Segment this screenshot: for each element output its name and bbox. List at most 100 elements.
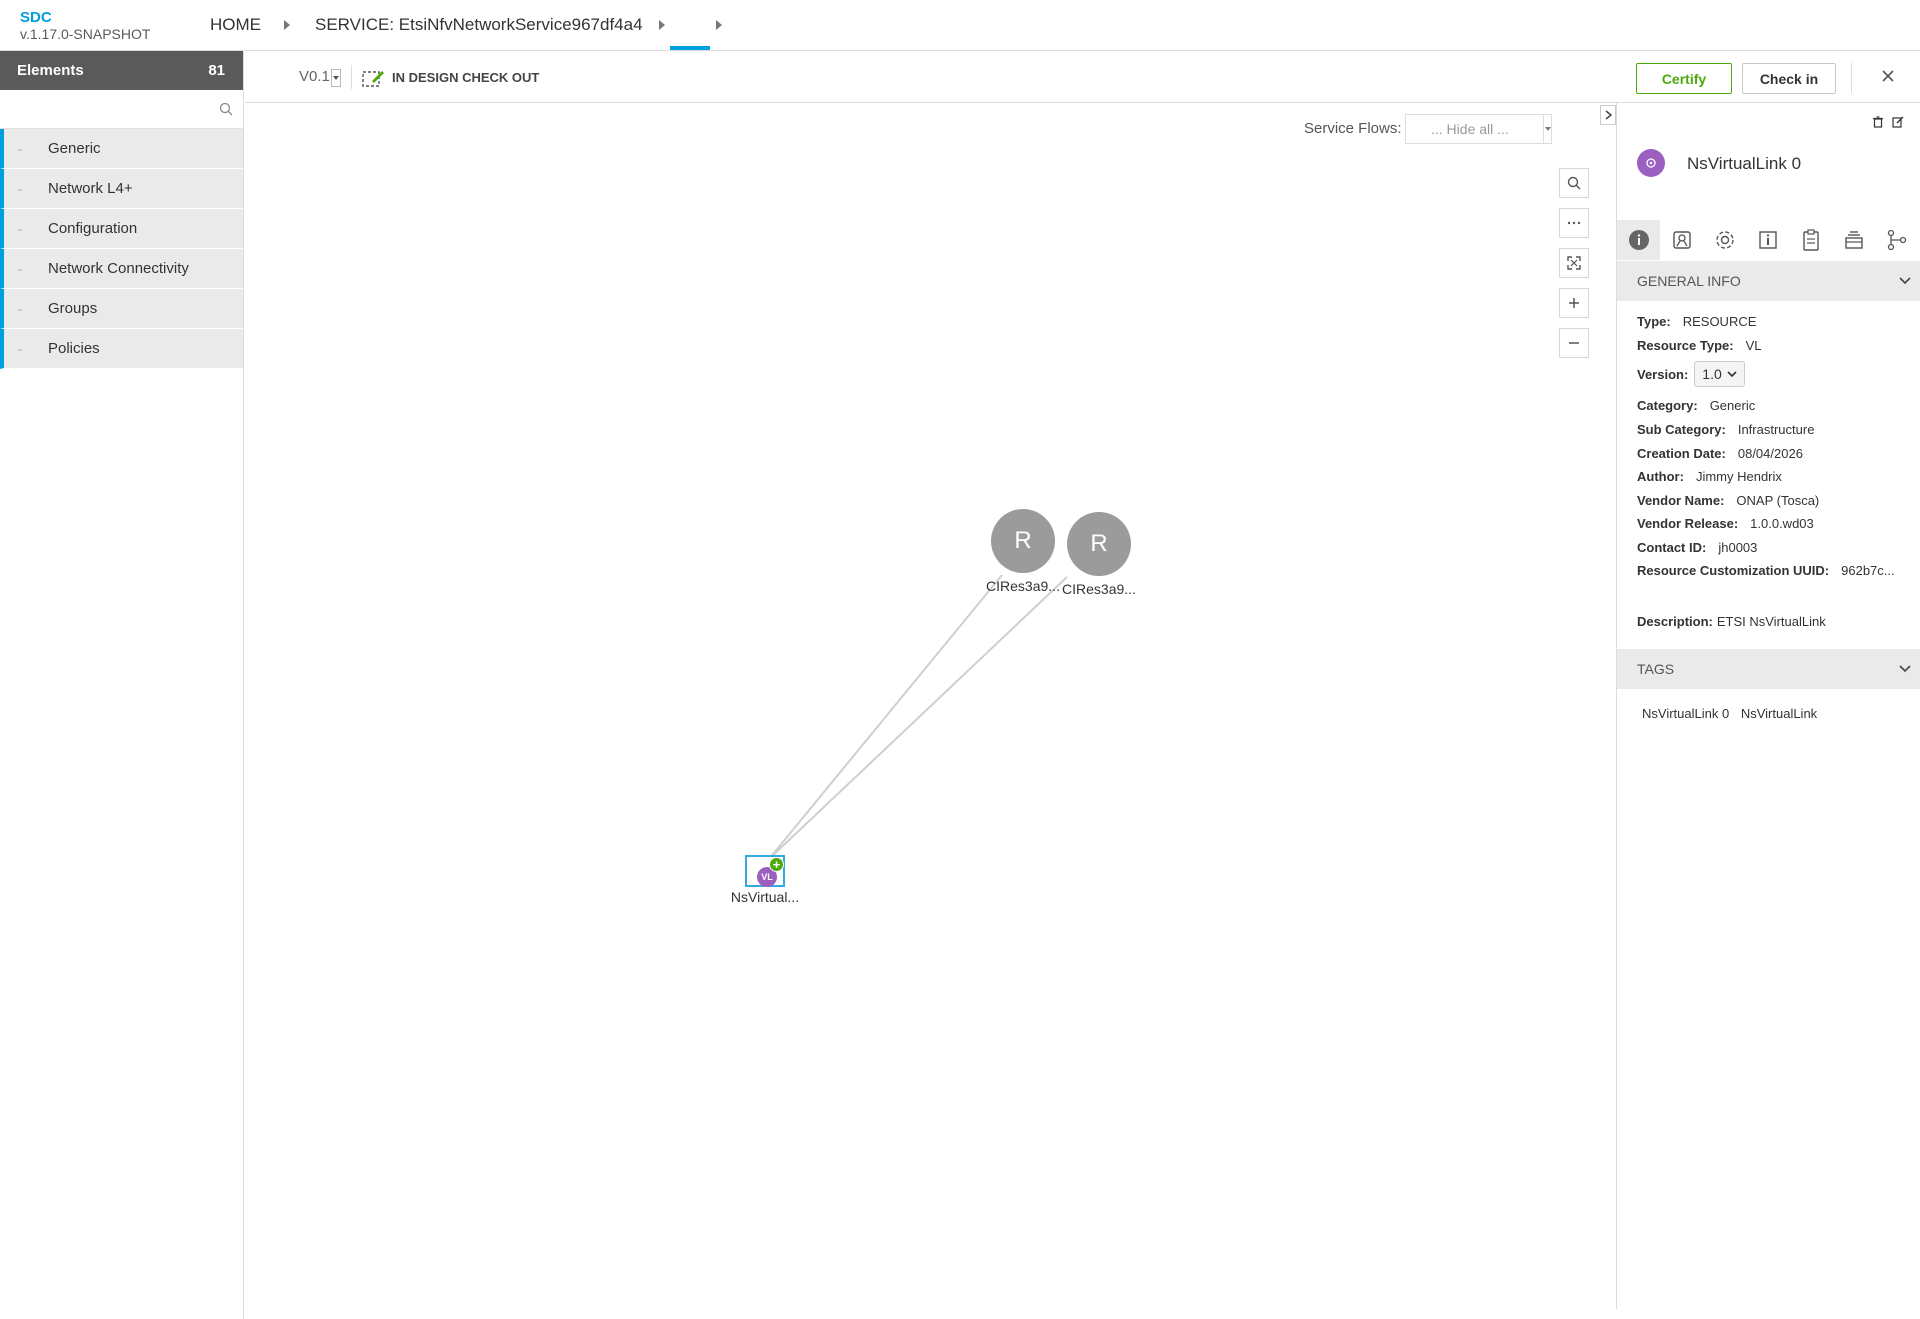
elements-palette: Elements 81 - Generic - Network L4+ - Co… [0,51,244,1319]
resource-node[interactable]: R [991,509,1055,573]
version-value: 1.0 [1702,366,1722,382]
palette-group-groups[interactable]: - Groups [0,289,243,329]
lifecycle-status: IN DESIGN CHECK OUT [392,70,540,85]
delete-icon[interactable] [1872,115,1884,133]
info-label: Author: [1637,469,1684,484]
divider [1851,63,1852,93]
search-icon[interactable] [219,102,233,121]
chevron-down-icon[interactable] [1899,665,1911,673]
palette-group-configuration[interactable]: - Configuration [0,209,243,249]
collapse-marker: - [18,341,22,356]
info-icon [1628,230,1649,250]
tab-artifacts[interactable] [1789,220,1832,260]
breadcrumb-home[interactable]: HOME [210,15,261,35]
collapse-marker: - [18,181,22,196]
palette-group-label: Policies [48,340,100,357]
general-info-section-header[interactable]: GENERAL INFO [1617,261,1920,301]
tags-list: NsVirtualLink 0 NsVirtualLink [1642,706,1825,721]
resource-node-label: CIRes3a9... [1062,581,1136,597]
tab-properties[interactable] [1703,220,1746,260]
info-label: Creation Date: [1637,446,1726,461]
tab-information-artifacts[interactable] [1746,220,1789,260]
panel-collapse-button[interactable] [1600,105,1616,125]
artifacts-icon [1802,229,1819,251]
palette-group-policies[interactable]: - Policies [0,329,243,369]
more-icon[interactable] [1559,208,1589,238]
composition-canvas[interactable]: Service Flows: ... Hide all ... R CIRes3… [245,103,1616,1309]
app-logo[interactable]: SDC v.1.17.0-SNAPSHOT [20,10,151,43]
zoom-in-icon[interactable] [1559,288,1589,318]
palette-group-generic[interactable]: - Generic [0,129,243,169]
collapse-marker: - [18,221,22,236]
workspace-toolbar: V0.1 IN DESIGN CHECK OUT Certify Check i… [245,51,1920,103]
tab-deployment[interactable] [1660,220,1703,260]
tab-groups[interactable] [1832,220,1875,260]
fit-icon[interactable] [1559,248,1589,278]
service-flows-value: ... Hide all ... [1431,121,1509,137]
check-in-button[interactable]: Check in [1742,63,1836,94]
zoom-out-icon[interactable] [1559,328,1589,358]
info-vendor-release: Vendor Release: 1.0.0.wd03 [1637,516,1814,531]
info-version: Version: 1.0 [1637,361,1745,387]
tab-relations[interactable] [1875,220,1918,260]
info-label: Vendor Name: [1637,493,1725,508]
tag-item: NsVirtualLink [1740,706,1818,721]
close-icon[interactable] [1881,69,1895,88]
palette-search-input[interactable] [0,90,243,128]
info-contact-id: Contact ID: jh0003 [1637,540,1757,555]
breadcrumb-arrow-icon[interactable] [659,20,665,30]
info-customization-uuid: Resource Customization UUID: 962b7c... [1637,563,1895,578]
search-icon[interactable] [1559,168,1589,198]
info-author: Author: Jimmy Hendrix [1637,469,1782,484]
palette-count: 81 [208,62,225,79]
palette-header: Elements 81 [0,51,243,90]
version-dropdown[interactable]: 1.0 [1694,361,1745,387]
info-sub-category: Sub Category: Infrastructure [1637,422,1814,437]
tab-general-info[interactable] [1617,220,1660,260]
collapse-marker: - [18,261,22,276]
service-flows-label: Service Flows: [1304,120,1402,137]
resource-node[interactable]: R [1067,512,1131,576]
breadcrumb-service[interactable]: SERVICE: EtsiNfvNetworkService967df4a4 [315,15,643,35]
chevron-down-icon[interactable] [1543,115,1551,143]
palette-group-network-connectivity[interactable]: - Network Connectivity [0,249,243,289]
info-value: RESOURCE [1682,314,1757,329]
info-label: Category: [1637,398,1698,413]
tags-title: TAGS [1637,661,1675,677]
virtual-link-node[interactable]: VL + [745,855,785,887]
details-panel: NsVirtualLink 0 GENERAL INFO Type: RESOUR… [1616,103,1920,1309]
panel-tabs [1617,220,1920,260]
chevron-down-icon[interactable] [331,69,341,87]
breadcrumb-arrow-icon[interactable] [716,20,722,30]
palette-search [0,90,243,129]
tags-section-header[interactable]: TAGS [1617,649,1920,689]
info-value: Generic [1709,398,1756,413]
palette-group-label: Generic [48,140,101,157]
palette-group-network-l4[interactable]: - Network L4+ [0,169,243,209]
info-value: ONAP (Tosca) [1736,493,1820,508]
divider [351,65,352,89]
info-label: Resource Type: [1637,338,1734,353]
certify-button[interactable]: Certify [1636,63,1732,94]
info-type: Type: RESOURCE [1637,314,1756,329]
info-value: 08/04/2026 [1737,446,1803,461]
info-label: Type: [1637,314,1671,329]
top-header: SDC v.1.17.0-SNAPSHOT HOME SERVICE: Etsi… [0,0,1920,51]
palette-title: Elements [17,62,84,79]
palette-group-label: Network Connectivity [48,260,189,277]
palette-group-label: Groups [48,300,98,317]
info-value: jh0003 [1718,540,1758,555]
info-vendor-name: Vendor Name: ONAP (Tosca) [1637,493,1819,508]
info-value: Infrastructure [1737,422,1815,437]
app-version: v.1.17.0-SNAPSHOT [20,26,151,42]
info-label: Vendor Release: [1637,516,1739,531]
info-resource-type: Resource Type: VL [1637,338,1761,353]
edit-icon[interactable] [1892,115,1904,133]
info-value: ETSI NsVirtualLink [1716,614,1826,629]
version-select[interactable]: V0.1 [299,68,330,85]
chevron-down-icon[interactable] [1899,277,1911,285]
service-flows-select[interactable]: ... Hide all ... [1405,114,1552,144]
breadcrumb-arrow-icon[interactable] [284,20,290,30]
breadcrumb-active-indicator [670,46,710,50]
add-relation-icon[interactable]: + [769,857,784,872]
